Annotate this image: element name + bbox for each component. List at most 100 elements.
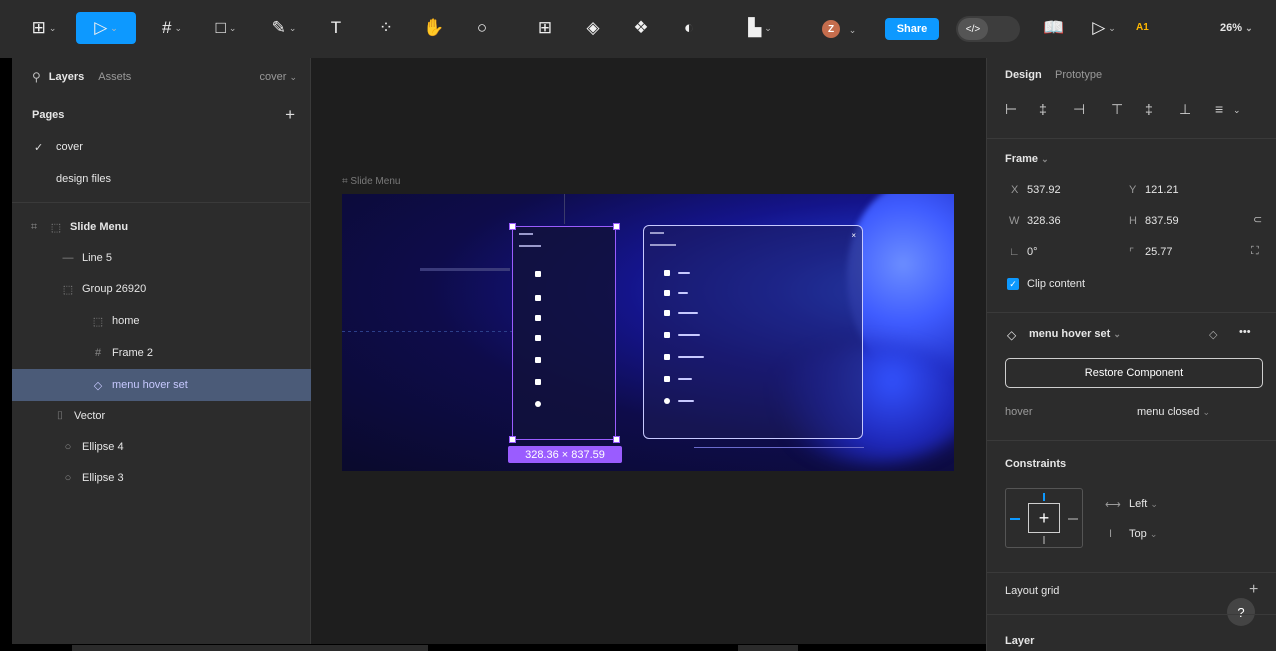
y-input[interactable]: 121.21 — [1145, 184, 1179, 196]
layer-row-ellipse-3[interactable]: ○ Ellipse 3 — [12, 463, 311, 493]
component-name[interactable]: menu hover set ⌄ — [1029, 328, 1121, 340]
rotation-input[interactable]: 0° — [1027, 246, 1038, 258]
frame-heading[interactable]: Frame ⌄ — [1005, 153, 1049, 165]
text-tool-button[interactable]: T — [322, 12, 350, 44]
search-icon[interactable]: ⚲ — [32, 70, 41, 84]
independent-corners-icon[interactable]: ⛶ — [1251, 245, 1259, 258]
resources-button[interactable]: ⁘ — [372, 12, 400, 44]
tab-prototype[interactable]: Prototype — [1055, 69, 1102, 81]
add-layout-grid-icon[interactable]: + — [1249, 581, 1258, 599]
layer-row-line-5[interactable]: — Line 5 — [12, 243, 311, 273]
page-item-design-files[interactable]: design files — [12, 164, 311, 194]
toolbar: ⊞ ⌄ ▷ ⌄ # ⌄ □ ⌄ ✎ ⌄ T ⁘ ✋ ○ ⊞ ◈ ❖ ◐ ▙ ⌄ Z ⌄ Sh… — [0, 0, 1276, 58]
help-button[interactable]: ? — [1227, 598, 1255, 626]
align-top-icon[interactable]: ⊤ — [1111, 101, 1123, 118]
variant-dropdown[interactable]: menu closed ⌄ — [1137, 406, 1210, 418]
horizontal-constraint-value: Left — [1129, 498, 1148, 510]
page-item-cover[interactable]: ✓ cover — [12, 132, 311, 162]
constraint-bottom-indicator[interactable] — [1043, 536, 1045, 544]
horizontal-scrollbar[interactable] — [72, 645, 428, 651]
resize-handle-tr[interactable] — [613, 223, 620, 230]
menu-item-label — [678, 400, 694, 402]
pen-icon: ✎ — [271, 18, 286, 37]
zoom-dropdown[interactable]: 26% ⌄ — [1220, 22, 1253, 34]
chevron-down-icon: ⌄ — [289, 72, 297, 82]
variant-property-label: hover — [1005, 406, 1033, 418]
constraints-widget[interactable]: + — [1005, 488, 1083, 548]
resize-handle-tl[interactable] — [509, 223, 516, 230]
dimension-badge: 328.36 × 837.59 — [508, 446, 622, 463]
h-input[interactable]: 837.59 — [1145, 215, 1179, 227]
corner-radius-input[interactable]: 25.77 — [1145, 246, 1173, 258]
library-button[interactable]: 📖 — [1040, 12, 1068, 44]
tab-assets[interactable]: Assets — [98, 71, 131, 83]
corner-radius-icon: ⌜ — [1129, 247, 1135, 259]
boolean-groups-button[interactable]: ▙ ⌄ — [738, 12, 782, 44]
menu-hover-set[interactable] — [512, 226, 616, 440]
align-left-icon[interactable]: ⊢ — [1005, 101, 1017, 118]
layer-row-frame-2[interactable]: # Frame 2 — [12, 338, 311, 368]
line-5[interactable] — [342, 331, 512, 332]
comment-tool-button[interactable]: ○ — [468, 12, 496, 44]
tab-layers[interactable]: Layers — [49, 71, 84, 83]
create-component-button[interactable]: ⊞ — [532, 12, 558, 44]
resize-handle-br[interactable] — [613, 436, 620, 443]
layer-row-ellipse-4[interactable]: ○ Ellipse 4 — [12, 432, 311, 462]
pen-tool-button[interactable]: ✎ ⌄ — [262, 12, 306, 44]
page-selector[interactable]: cover ⌄ — [259, 71, 297, 83]
frame-icon: # — [161, 18, 172, 37]
layer-row-vector[interactable]: ⌷ Vector — [12, 401, 311, 431]
constraint-top-indicator[interactable] — [1043, 493, 1045, 501]
menu-expanded[interactable]: × — [643, 225, 863, 439]
reset-instance-button[interactable]: ◈ — [580, 12, 606, 44]
vertical-constraint-dropdown[interactable]: Top ⌄ — [1129, 528, 1157, 540]
accessibility-badge[interactable]: A1 — [1136, 22, 1149, 33]
add-page-icon[interactable]: + — [285, 105, 295, 125]
shape-tool-button[interactable]: □ ⌄ — [204, 12, 248, 44]
horizontal-constraint-dropdown[interactable]: Left ⌄ — [1129, 498, 1158, 510]
align-center-v-icon[interactable]: ‡ — [1145, 101, 1153, 117]
move-tool-button[interactable]: ▷ ⌄ — [76, 12, 136, 44]
align-center-h-icon[interactable]: ‡ — [1039, 101, 1047, 117]
layer-row-group-26920[interactable]: ⬚ Group 26920 — [12, 274, 311, 304]
more-options-icon[interactable]: ••• — [1239, 326, 1251, 338]
frame-tool-button[interactable]: # ⌄ — [150, 12, 194, 44]
expand-icon[interactable]: ⬚ — [50, 221, 62, 234]
constraint-right-indicator[interactable] — [1068, 518, 1078, 520]
layer-row-home[interactable]: ⬚ home — [12, 306, 311, 336]
chevron-down-icon: ⌄ — [1245, 23, 1253, 33]
main-menu-button[interactable]: ⊞ ⌄ — [22, 12, 66, 44]
x-input[interactable]: 537.92 — [1027, 184, 1061, 196]
avatar[interactable]: Z — [822, 20, 840, 38]
component-button[interactable]: ❖ — [628, 12, 654, 44]
mask-button[interactable]: ◐ — [676, 12, 702, 44]
distribute-icon[interactable]: ≡ — [1215, 101, 1223, 117]
constraint-left-indicator[interactable] — [1010, 518, 1020, 520]
frame-name-label[interactable]: ⌗ Slide Menu — [342, 176, 400, 187]
restore-component-button[interactable]: Restore Component — [1005, 358, 1263, 388]
avatar-dropdown[interactable]: ⌄ — [844, 14, 858, 46]
settings-icon — [664, 398, 670, 404]
resize-handle-bl[interactable] — [509, 436, 516, 443]
tab-design[interactable]: Design — [1005, 69, 1042, 81]
pages-heading: Pages — [32, 109, 65, 121]
align-bottom-icon[interactable]: ⊥ — [1179, 101, 1191, 118]
line-icon: — — [62, 252, 74, 264]
layer-row-menu-hover-set[interactable]: ◇ menu hover set — [12, 369, 311, 401]
chevron-down-icon: ⌄ — [228, 22, 237, 33]
chevron-down-icon: ⌄ — [174, 22, 182, 33]
present-button[interactable]: ▷ ⌄ — [1084, 12, 1124, 44]
layer-row-slide-menu[interactable]: ⌗ ⬚ Slide Menu — [12, 212, 311, 242]
hand-tool-button[interactable]: ✋ — [420, 12, 448, 44]
w-input[interactable]: 328.36 — [1027, 215, 1061, 227]
dev-mode-toggle[interactable]: </> — [956, 16, 1020, 42]
share-button[interactable]: Share — [885, 18, 939, 40]
horizontal-scrollbar-thumb[interactable] — [738, 645, 798, 651]
book-icon: 📖 — [1043, 18, 1065, 37]
constrain-proportions-icon[interactable]: ⊂ — [1253, 213, 1262, 226]
chevron-down-icon[interactable]: ⌄ — [1233, 105, 1241, 116]
align-right-icon[interactable]: ⊣ — [1073, 101, 1085, 118]
go-to-main-component-icon[interactable]: ◇ — [1209, 328, 1217, 341]
divider — [987, 138, 1276, 139]
clip-content-checkbox[interactable]: ✓ — [1007, 278, 1019, 290]
